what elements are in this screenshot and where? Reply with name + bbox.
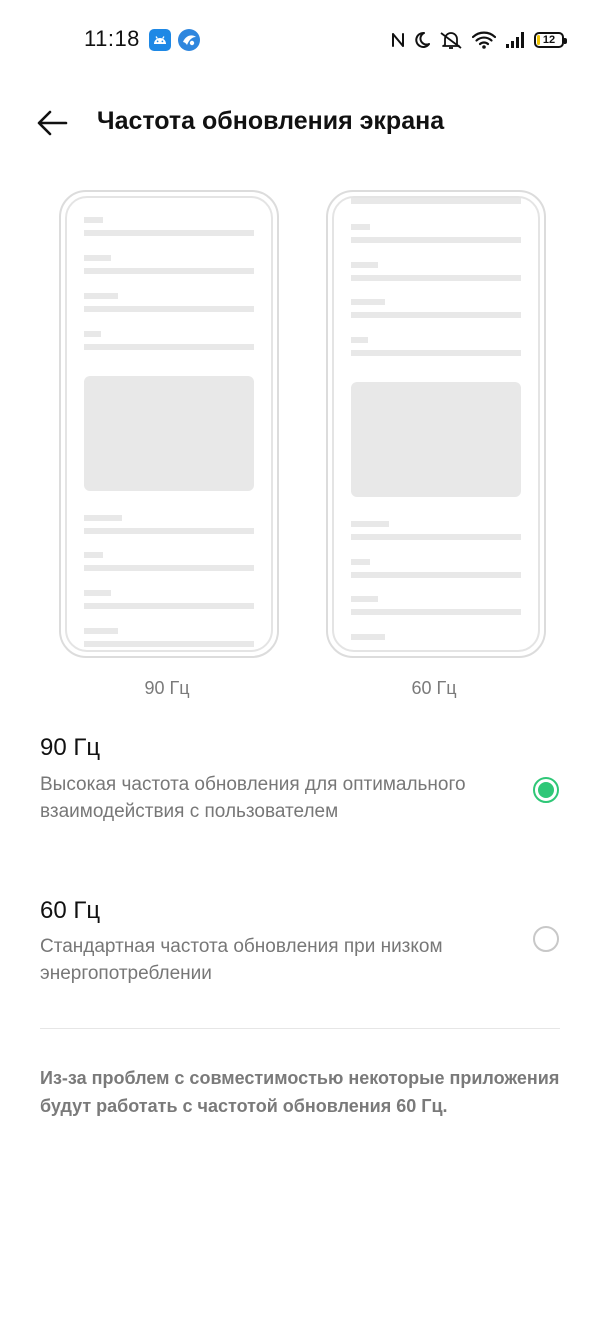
option-description: Высокая частота обновления для оптимальн… [40, 774, 466, 822]
status-icons: 12 [391, 28, 567, 52]
back-arrow-icon[interactable] [34, 104, 72, 142]
preview-90hz[interactable] [59, 190, 279, 658]
option-60hz[interactable]: 60 Гц Стандартная частота обновления при… [0, 892, 600, 992]
preview-60hz[interactable] [326, 190, 546, 658]
status-bar: 11:18 12 [0, 0, 600, 80]
bell-muted-icon [440, 32, 462, 49]
compatibility-note: Из-за проблем с совместимостью некоторые… [40, 1068, 560, 1116]
preview-label-60hz: 60 Гц [411, 678, 457, 698]
moon-icon [415, 31, 430, 48]
option-description: Стандартная частота обновления при низко… [40, 936, 443, 984]
option-90hz[interactable]: 90 Гц Высокая частота обновления для опт… [0, 728, 600, 858]
radio-90hz-selected[interactable] [533, 777, 559, 803]
wifi-icon [472, 31, 496, 49]
page-title: Частота обновления экрана [97, 107, 445, 135]
signal-icon [506, 32, 524, 48]
option-title: 90 Гц [40, 734, 101, 761]
battery-level: 12 [542, 34, 556, 46]
status-time: 11:18 [84, 26, 140, 51]
preview-label-90hz: 90 Гц [144, 678, 190, 698]
option-title: 60 Гц [40, 897, 101, 924]
android-app-icon [149, 29, 171, 51]
refresh-rate-screen: 11:18 12 Частота обновления экрана 90 Гц… [0, 0, 600, 1333]
divider [40, 1028, 560, 1029]
battery-icon: 12 [534, 32, 567, 48]
radio-60hz[interactable] [533, 926, 559, 952]
browser-app-icon [178, 29, 200, 51]
nfc-icon [392, 33, 404, 47]
